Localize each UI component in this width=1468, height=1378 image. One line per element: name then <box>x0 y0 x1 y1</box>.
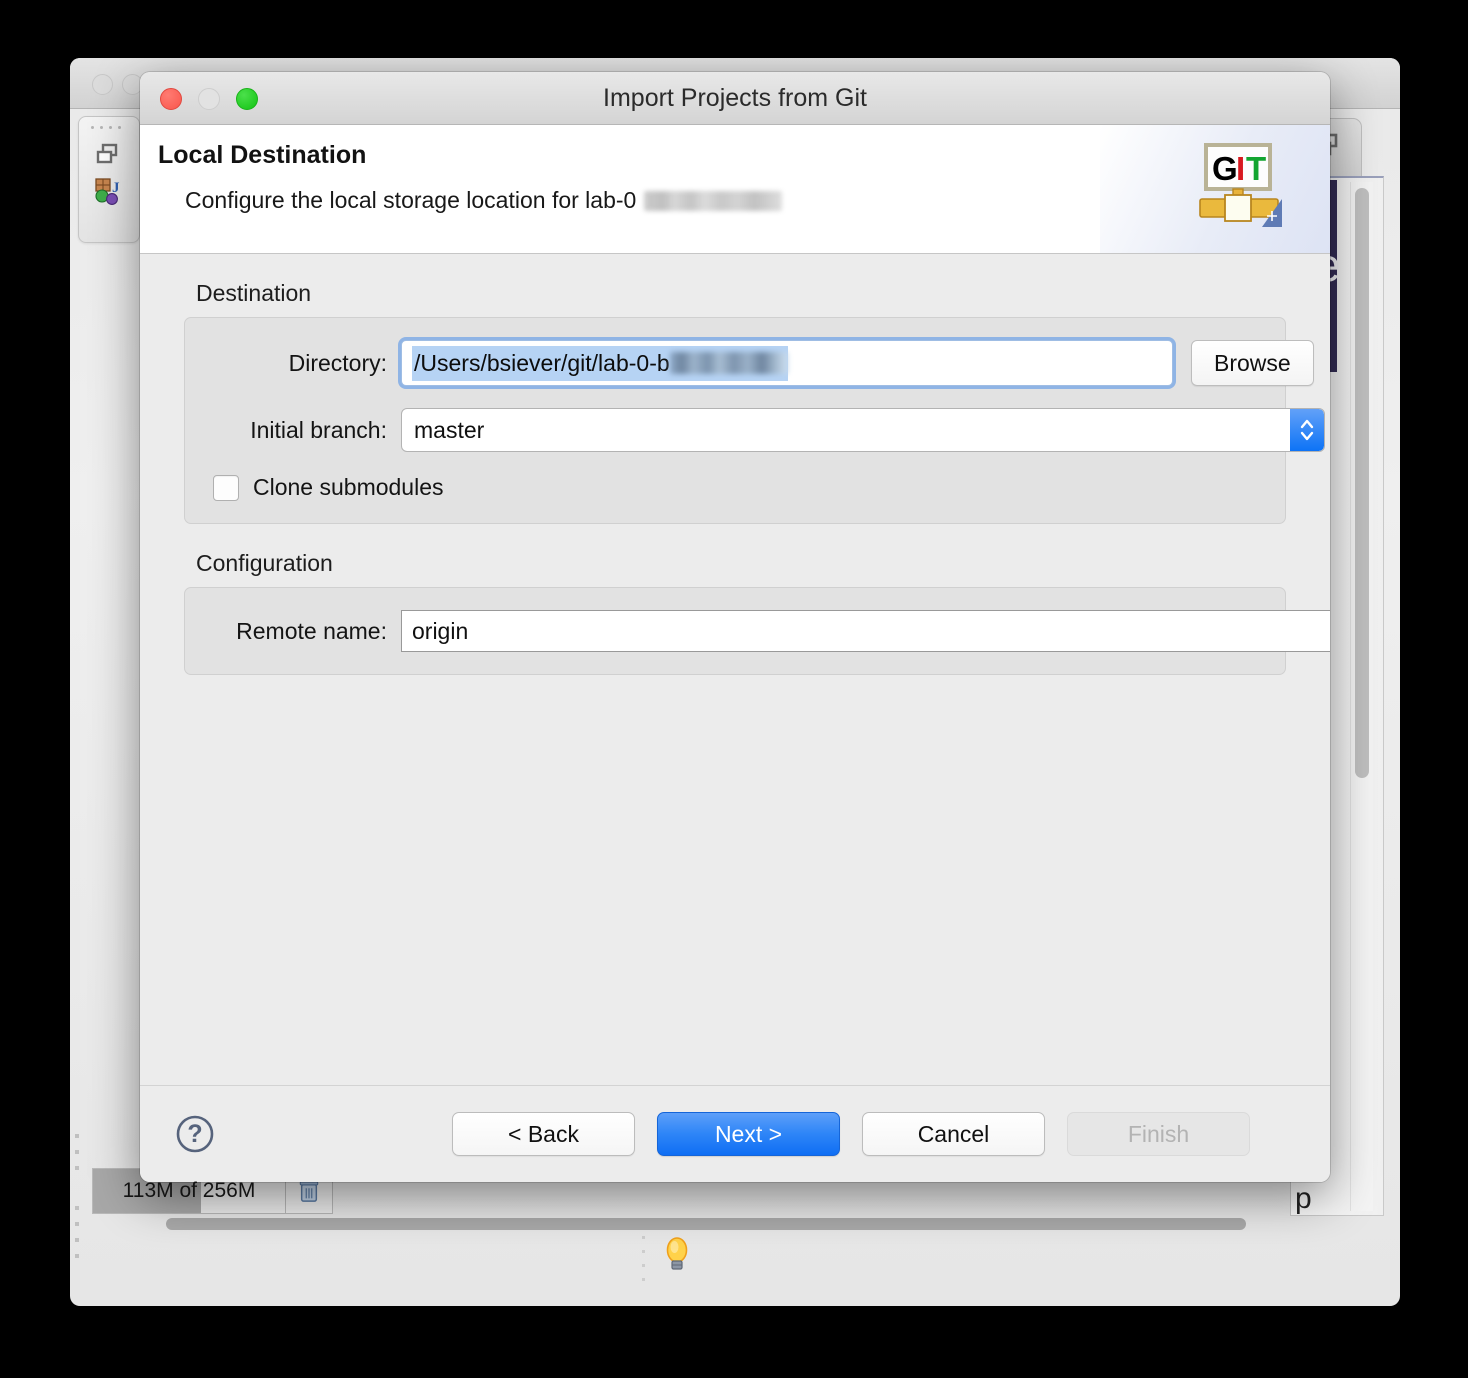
svg-text:T: T <box>1246 150 1266 187</box>
perspective-bar-grip[interactable] <box>91 126 127 130</box>
page-subtitle: Configure the local storage location for… <box>185 187 783 214</box>
clone-submodules-checkbox[interactable] <box>213 474 239 501</box>
help-icon[interactable]: ? <box>174 1113 216 1155</box>
directory-input-value: /Users/bsiever/git/lab-0-b <box>412 345 788 381</box>
destination-group: Destination Directory: /Users/bsiever/gi… <box>184 280 1325 524</box>
dialog-title: Import Projects from Git <box>603 83 867 112</box>
java-ee-perspective-icon[interactable]: J <box>93 175 123 205</box>
finish-button: Finish <box>1067 1112 1250 1156</box>
heap-status-label: 113M of 256M <box>122 1179 256 1202</box>
remote-name-input[interactable]: origin <box>401 610 1330 652</box>
vertical-scrollbar-thumb[interactable] <box>1355 188 1369 778</box>
configuration-group: Configuration Remote name: origin <box>184 550 1330 675</box>
page-title: Local Destination <box>158 141 367 169</box>
remote-name-row: Remote name: origin <box>209 610 1330 652</box>
wizard-header: Local Destination Configure the local st… <box>140 125 1330 254</box>
directory-label: Directory: <box>288 349 387 376</box>
svg-text:G: G <box>1212 150 1238 187</box>
svg-text:I: I <box>1236 150 1245 187</box>
destination-group-box: Directory: /Users/bsiever/git/lab-0-b Br… <box>184 317 1325 524</box>
redacted-text <box>669 352 788 374</box>
hint-area <box>630 1234 770 1288</box>
branch-row: Initial branch: master <box>209 408 1325 452</box>
clone-submodules-label: Clone submodules <box>253 474 444 500</box>
dialog-footer: ? < Back Next > Cancel Finish <box>140 1085 1330 1182</box>
chevron-updown-icon[interactable] <box>1290 409 1324 451</box>
minimize-button[interactable] <box>198 88 220 110</box>
back-button[interactable]: < Back <box>452 1112 635 1156</box>
initial-branch-select[interactable]: master <box>401 408 1325 452</box>
restore-icon[interactable] <box>93 139 123 169</box>
dialog-body: Destination Directory: /Users/bsiever/gi… <box>140 254 1330 1085</box>
hint-grip[interactable] <box>642 1236 646 1292</box>
directory-text: /Users/bsiever/git/lab-0-b <box>414 349 670 376</box>
configuration-group-label: Configuration <box>196 550 333 576</box>
svg-text:?: ? <box>187 1120 202 1148</box>
cancel-button[interactable]: Cancel <box>862 1112 1045 1156</box>
lightbulb-icon[interactable] <box>664 1234 690 1276</box>
directory-row: Directory: /Users/bsiever/git/lab-0-b Br… <box>209 340 1314 386</box>
perspective-bar: J <box>78 116 140 243</box>
page-subtitle-text: Configure the local storage location for… <box>185 187 637 213</box>
background-text-fragment: p <box>1295 1182 1312 1215</box>
initial-branch-label: Initial branch: <box>250 416 387 443</box>
footer-buttons: < Back Next > Cancel Finish <box>452 1112 1250 1156</box>
dialog-titlebar[interactable]: Import Projects from Git <box>140 72 1330 125</box>
next-button[interactable]: Next > <box>657 1112 840 1156</box>
browse-button[interactable]: Browse <box>1191 340 1314 386</box>
import-projects-dialog: Import Projects from Git Local Destinati… <box>140 72 1330 1182</box>
background-close-button[interactable] <box>92 74 113 95</box>
configuration-group-box: Remote name: origin <box>184 587 1330 675</box>
screen: J ve he y p <box>0 0 1468 1378</box>
status-bar-grip[interactable] <box>75 1134 79 1178</box>
vertical-scrollbar[interactable] <box>1350 182 1373 1211</box>
redacted-text <box>644 190 783 211</box>
horizontal-scrollbar-thumb[interactable] <box>166 1218 1246 1230</box>
directory-input[interactable]: /Users/bsiever/git/lab-0-b <box>401 340 1173 386</box>
zoom-button[interactable] <box>236 88 258 110</box>
clone-submodules-row[interactable]: Clone submodules <box>209 474 1261 501</box>
status-bar-grip[interactable] <box>75 1206 79 1276</box>
remote-name-label: Remote name: <box>236 617 387 644</box>
initial-branch-value: master <box>414 416 485 443</box>
git-logo: G I T <box>1192 141 1304 241</box>
destination-group-label: Destination <box>196 280 312 306</box>
close-button[interactable] <box>160 88 182 110</box>
